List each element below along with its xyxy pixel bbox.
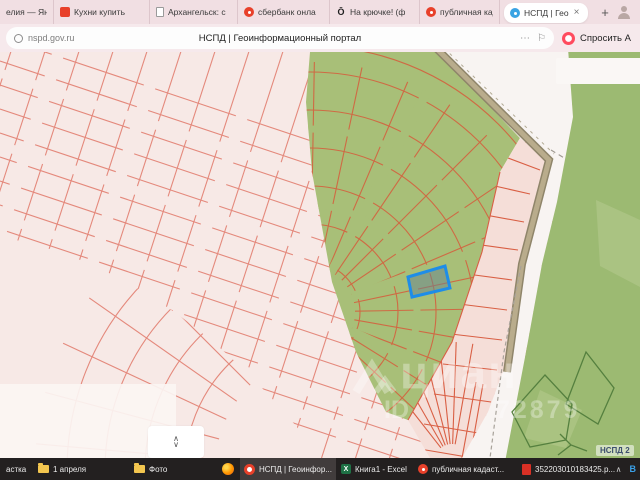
taskbar-item-label: Книга1 - Excel	[355, 464, 407, 474]
tab-label: На крючке! (ф	[350, 7, 406, 17]
browser-tab[interactable]: сбербанк онла	[238, 0, 330, 24]
tray-chevron-icon[interactable]: ∧	[616, 465, 622, 474]
taskbar-item[interactable]: Книга1 - Excel	[337, 458, 411, 480]
taskbar-item[interactable]: Фото	[130, 458, 171, 480]
taskbar-app-icon	[38, 463, 49, 473]
profile-head-icon	[621, 6, 627, 12]
omnibox-page-title: НСПД | Геоинформационный портал	[198, 32, 362, 44]
system-tray: ∧ B	[616, 458, 636, 480]
browser-tab[interactable]: публичная кад	[420, 0, 500, 24]
bluetooth-icon[interactable]: B	[630, 464, 637, 474]
taskbar-item[interactable]: 1 апреля	[34, 458, 90, 480]
browser-tab[interactable]: Архангельск: с	[150, 0, 238, 24]
profile-icon[interactable]	[616, 4, 632, 20]
taskbar-item-label: 1 апреля	[53, 464, 87, 474]
taskbar-item-label: Фото	[149, 464, 168, 474]
browser-tab[interactable]: Кухни купить	[54, 0, 150, 24]
browser-tab-bar: елия — Янд Кухни купить Архангельск: с с…	[0, 0, 640, 24]
taskbar: астка 1 апреля Фото НСПД | Геоинфор... К…	[0, 458, 640, 480]
tab-favicon-icon	[426, 7, 436, 17]
map-viewport[interactable]: циан ID 72879 НСПД 2 ∧ ∨	[0, 52, 640, 458]
taskbar-item[interactable]: астка	[2, 458, 30, 480]
map-attribution: НСПД 2	[596, 445, 634, 456]
browser-tab[interactable]: елия — Янд	[0, 0, 54, 24]
taskbar-app-icon	[418, 464, 428, 474]
omnibox-domain: nspd.gov.ru	[28, 33, 75, 43]
browser-address-bar: nspd.gov.ru НСПД | Геоинформационный пор…	[0, 24, 640, 52]
taskbar-item[interactable]	[218, 458, 242, 480]
tab-favicon-icon	[510, 8, 520, 18]
cadastral-map[interactable]	[0, 52, 640, 458]
taskbar-item-label: НСПД | Геоинфор...	[259, 464, 332, 474]
tab-favicon-icon	[244, 7, 254, 17]
more-menu-icon[interactable]: ⋯	[520, 33, 530, 44]
taskbar-item-label: 352203010183425.p...	[535, 464, 616, 474]
tab-favicon-icon	[156, 7, 164, 17]
chevron-down-icon: ∨	[173, 440, 179, 449]
taskbar-app-icon	[522, 463, 531, 475]
taskbar-app-icon	[244, 463, 255, 475]
browser-tab[interactable]: НСПД | Гео ×	[504, 3, 588, 23]
taskbar-item-label: публичная кадаст...	[432, 464, 505, 474]
new-tab-button[interactable]: +	[596, 3, 614, 21]
browser-tab[interactable]: Ō На крючке! (ф	[330, 0, 420, 24]
tab-label: Кухни купить	[74, 7, 125, 17]
tab-strip: елия — Янд Кухни купить Архангельск: с с…	[0, 0, 590, 24]
tab-label: публичная кад	[440, 7, 493, 17]
tab-label: НСПД | Гео	[524, 8, 569, 18]
tab-label: Архангельск: с	[168, 7, 226, 17]
panel-expander[interactable]: ∧ ∨	[148, 426, 204, 458]
taskbar-app-icon	[222, 463, 234, 475]
alice-button[interactable]: Спросить А	[562, 31, 631, 45]
alice-label: Спросить А	[580, 32, 631, 44]
site-badge-icon[interactable]	[14, 33, 23, 43]
tab-close-icon[interactable]: ×	[574, 8, 580, 18]
alice-icon	[562, 31, 575, 45]
omnibox[interactable]: nspd.gov.ru НСПД | Геоинформационный пор…	[6, 27, 554, 49]
tab-label: сбербанк онла	[258, 7, 316, 17]
taskbar-item[interactable]: публичная кадаст...	[414, 458, 508, 480]
tab-favicon-icon: Ō	[337, 7, 345, 17]
tab-label: елия — Янд	[6, 7, 47, 17]
blank-label-area	[556, 58, 640, 84]
taskbar-item[interactable]: НСПД | Геоинфор...	[240, 458, 336, 480]
taskbar-app-icon	[134, 463, 145, 473]
taskbar-app-icon	[341, 464, 351, 474]
profile-body-icon	[618, 13, 630, 19]
taskbar-item[interactable]: 352203010183425.p...	[518, 458, 619, 480]
taskbar-item-label: астка	[6, 464, 27, 474]
bookmark-icon[interactable]: ⚐	[537, 33, 546, 44]
tab-favicon-icon	[60, 7, 70, 17]
